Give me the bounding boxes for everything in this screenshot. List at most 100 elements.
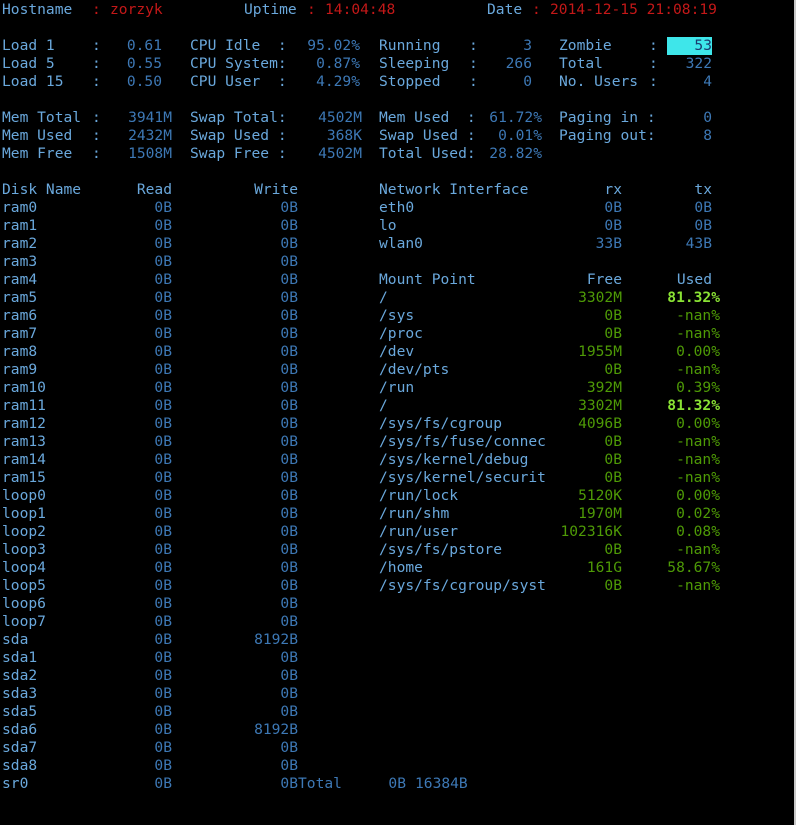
disk-name: ram5	[2, 289, 38, 306]
disk-read: 0B	[154, 289, 172, 306]
network-tx: 43B	[685, 235, 712, 252]
disk-name: loop4	[2, 559, 46, 576]
swap-value: 4502M	[318, 109, 362, 126]
mem-label: Mem Used	[2, 127, 73, 144]
disk-write: 0B	[280, 667, 298, 684]
process-stat-sep: :	[649, 55, 658, 72]
disk-read: 0B	[154, 577, 172, 594]
disk-read: 0B	[154, 613, 172, 630]
process-sep: :	[469, 73, 478, 90]
disk-write: 0B	[280, 739, 298, 756]
mount-free: 0B	[604, 307, 622, 324]
mount-point: /run	[379, 379, 415, 396]
swap-label: Swap Used :	[190, 127, 287, 144]
mount-point: /run/user	[379, 523, 459, 540]
disk-name: loop6	[2, 595, 46, 612]
mount-point: /sys/fs/pstore	[379, 541, 503, 558]
usage-label: Swap Used :	[379, 127, 476, 144]
mount-free: 5120K	[578, 487, 622, 504]
process-stat-label: Total	[559, 55, 603, 72]
disk-read: 0B	[154, 451, 172, 468]
disk-total-read: 0B	[388, 775, 406, 792]
mount-used: -nan%	[676, 325, 720, 342]
disk-name: sda6	[2, 721, 38, 738]
mount-point: /dev/pts	[379, 361, 450, 378]
disk-total-write: 16384B	[415, 775, 468, 792]
paging-label: Paging in :	[559, 109, 656, 126]
mount-used: 0.00%	[676, 415, 720, 432]
zombie-count-highlight: 53	[667, 37, 712, 55]
disk-name: ram6	[2, 307, 38, 324]
mount-used: -nan%	[676, 541, 720, 558]
disk-write: 0B	[280, 379, 298, 396]
mount-point: /run/lock	[379, 487, 459, 504]
disk-write: 0B	[280, 559, 298, 576]
mount-point: /sys/fs/cgroup	[379, 415, 503, 432]
mem-value: 3941M	[128, 109, 172, 126]
mount-point: /sys/fs/cgroup/syst	[379, 577, 546, 594]
mem-label: Mem Total	[2, 109, 82, 126]
disk-name: sda1	[2, 649, 38, 666]
disk-write: 0B	[280, 523, 298, 540]
disk-name: sda7	[2, 739, 38, 756]
disk-write: 0B	[280, 577, 298, 594]
mount-point: /	[379, 397, 388, 414]
swap-label: Swap Free :	[190, 145, 287, 162]
disk-name: ram2	[2, 235, 38, 252]
mount-used: -nan%	[676, 577, 720, 594]
disk-write: 0B	[280, 433, 298, 450]
disk-write: 0B	[280, 649, 298, 666]
mount-header-free: Free	[586, 271, 622, 288]
mount-free: 0B	[604, 577, 622, 594]
process-sep: :	[469, 37, 478, 54]
mount-point: /sys	[379, 307, 415, 324]
load-label: Load 1	[2, 37, 55, 54]
disk-read: 0B	[154, 217, 172, 234]
mount-point: /sys/kernel/debug	[379, 451, 529, 468]
disk-write: 0B	[280, 469, 298, 486]
disk-name: sr0	[2, 775, 29, 792]
disk-write: 0B	[280, 613, 298, 630]
mount-used: 81.32%	[667, 289, 720, 306]
process-label: Stopped	[379, 73, 441, 90]
disk-name: sda3	[2, 685, 38, 702]
mount-point: /sys/fs/fuse/connec	[379, 433, 546, 450]
paging-value: 0	[703, 109, 712, 126]
mount-point: /home	[379, 559, 423, 576]
disk-read: 0B	[154, 721, 172, 738]
disk-read: 0B	[154, 703, 172, 720]
mount-free: 3302M	[578, 397, 622, 414]
disk-name: sda	[2, 631, 29, 648]
disk-write: 0B	[280, 505, 298, 522]
disk-read: 0B	[154, 667, 172, 684]
disk-name: ram4	[2, 271, 38, 288]
load-value: 0.55	[126, 55, 162, 72]
disk-name: loop0	[2, 487, 46, 504]
disk-name: sda8	[2, 757, 38, 774]
disk-write: 0B	[280, 685, 298, 702]
usage-value: 0.01%	[498, 127, 542, 144]
network-iface: wlan0	[379, 235, 423, 252]
disk-write: 0B	[280, 487, 298, 504]
paging-label: Paging out:	[559, 127, 656, 144]
mount-free: 0B	[604, 325, 622, 342]
disk-read: 0B	[154, 469, 172, 486]
process-label: Running	[379, 37, 441, 54]
disk-read: 0B	[154, 685, 172, 702]
network-header-rx: rx	[604, 181, 622, 198]
disk-write: 0B	[280, 415, 298, 432]
swap-value: 368K	[326, 127, 362, 144]
mount-used: 81.32%	[667, 397, 720, 414]
disk-name: ram13	[2, 433, 46, 450]
disk-name: ram3	[2, 253, 38, 270]
network-iface: lo	[379, 217, 397, 234]
load-sep: :	[92, 73, 101, 90]
usage-value: 61.72%	[489, 109, 542, 126]
mount-point: /proc	[379, 325, 423, 342]
process-sep: :	[469, 55, 478, 72]
load-label: Load 15	[2, 73, 64, 90]
date-value: 2014-12-15 21:08:19	[550, 1, 717, 18]
disk-name: loop1	[2, 505, 46, 522]
cpu-label: CPU System:	[190, 55, 287, 72]
disk-name: ram15	[2, 469, 46, 486]
